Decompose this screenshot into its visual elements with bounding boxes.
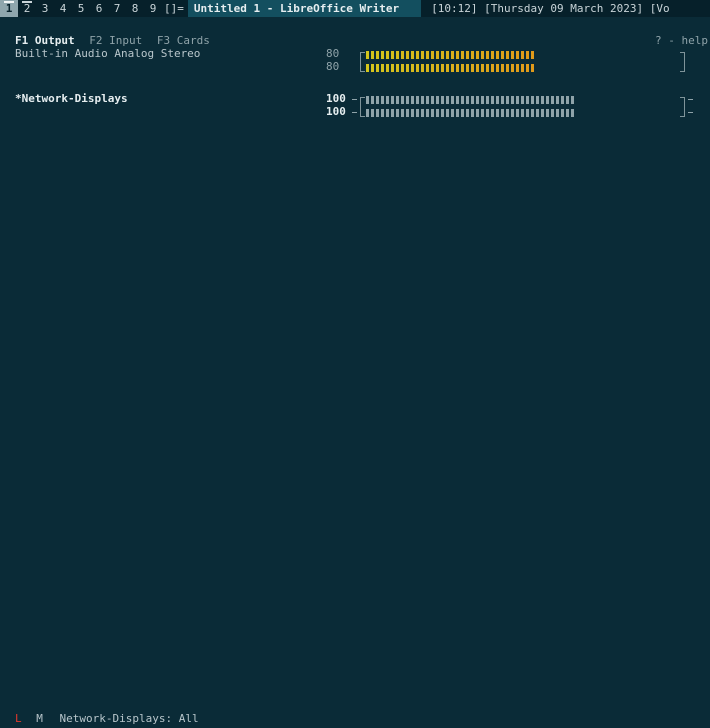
volume-meter-left[interactable]	[360, 50, 685, 63]
meter-bracket	[360, 106, 365, 117]
volume-meter-left[interactable]	[352, 95, 693, 108]
workspace-5[interactable]: 5	[72, 0, 90, 17]
meter-bracket	[680, 106, 685, 117]
tab-output[interactable]: F1 Output	[15, 34, 75, 47]
workspace-4[interactable]: 4	[54, 0, 72, 17]
tab-bar: F1 Output F2 Input F3 Cards	[15, 34, 218, 47]
meter-bracket	[360, 61, 365, 72]
workspace-6[interactable]: 6	[90, 0, 108, 17]
meter-fill	[366, 64, 534, 72]
mute-indicator[interactable]: M	[36, 712, 43, 725]
workspace-list: 123456789	[0, 0, 162, 17]
volume-value-right: 80	[326, 60, 340, 73]
device-filter: Network-Displays: All	[59, 712, 199, 725]
device-item-network-displays[interactable]: *Network-Displays	[15, 92, 128, 105]
top-bar: 123456789 []= Untitled 1 - LibreOffice W…	[0, 0, 710, 17]
workspace-1[interactable]: 1	[0, 0, 18, 17]
volume-meter-right[interactable]	[360, 61, 685, 73]
selection-marker	[352, 112, 357, 113]
device-item-built-in-audio[interactable]: Built-in Audio Analog Stereo	[15, 47, 200, 60]
selection-marker	[688, 112, 693, 113]
workspace-2[interactable]: 2	[18, 0, 36, 17]
help-hint: ? - help	[655, 34, 708, 47]
selection-marker	[352, 99, 357, 100]
device-name: *Network-Displays	[15, 92, 128, 105]
device-name: Built-in Audio Analog Stereo	[15, 47, 201, 60]
volume-meter-right[interactable]	[352, 106, 693, 118]
volume-value-left: 100	[326, 92, 346, 105]
layout-indicator[interactable]: []=	[164, 0, 184, 17]
tab-cards[interactable]: F3 Cards	[157, 34, 210, 47]
meter-bracket	[680, 61, 685, 72]
status-text: [10:12] [Thursday 09 March 2023] [Vo	[431, 2, 670, 15]
meter-fill	[366, 96, 576, 104]
volume-value-right: 100	[326, 105, 346, 118]
tab-input[interactable]: F2 Input	[89, 34, 142, 47]
window-title: Untitled 1 - LibreOffice Writer	[187, 0, 422, 17]
workspace-8[interactable]: 8	[126, 0, 144, 17]
channel-lock-indicator[interactable]: L	[15, 712, 22, 725]
workspace-3[interactable]: 3	[36, 0, 54, 17]
workspace-9[interactable]: 9	[144, 0, 162, 17]
bottom-bar: L M Network-Displays: All	[15, 712, 199, 725]
meter-fill	[366, 51, 534, 59]
volume-value-left: 80	[326, 47, 340, 60]
selection-marker	[688, 99, 693, 100]
meter-fill	[366, 109, 576, 117]
workspace-7[interactable]: 7	[108, 0, 126, 17]
